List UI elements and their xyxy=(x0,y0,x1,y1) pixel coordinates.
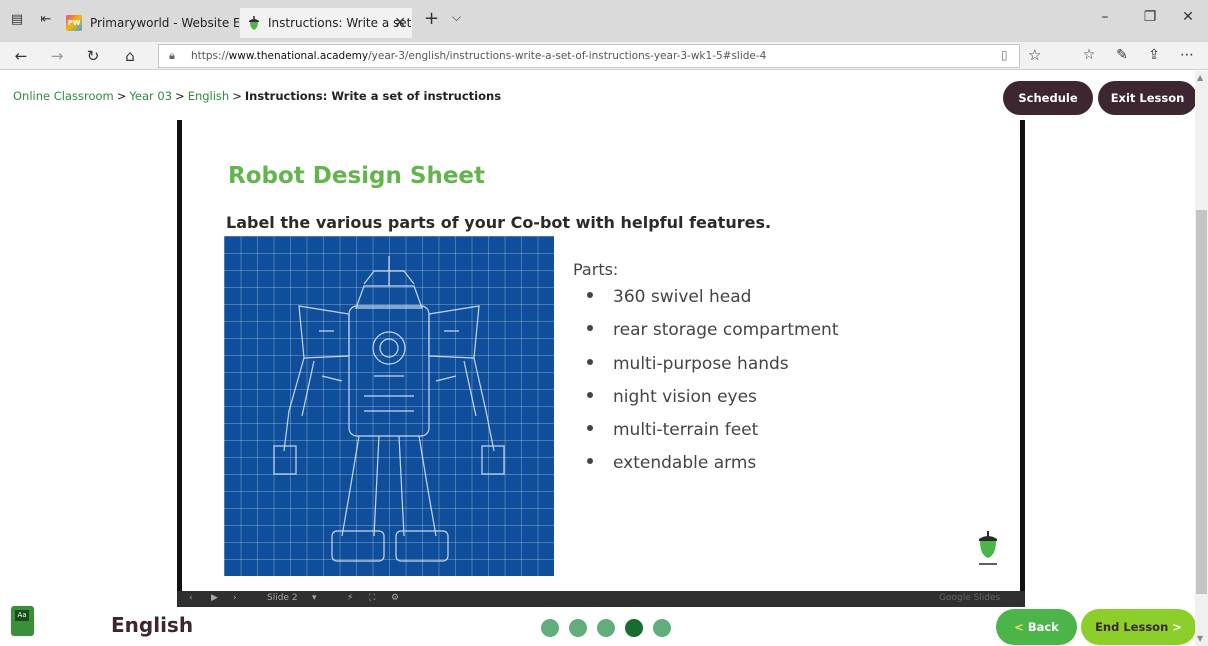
home-icon[interactable]: ⌂ xyxy=(121,47,139,65)
favorites-list-icon[interactable]: ☆ xyxy=(1080,47,1098,63)
list-item: multi-purpose hands xyxy=(587,353,839,386)
scrollbar-thumb[interactable] xyxy=(1196,210,1207,594)
tab-title: Primaryworld - Website Edit xyxy=(90,16,239,30)
tab-primaryworld[interactable]: PW Primaryworld - Website Edit xyxy=(64,8,239,38)
chevron-right-icon: > xyxy=(1172,620,1182,634)
exit-lesson-button[interactable]: Exit Lesson xyxy=(1098,81,1195,115)
address-input[interactable]: 🔒︎ https://www.thenational.academy/year-… xyxy=(158,44,1020,68)
robot-blueprint-image xyxy=(224,236,554,576)
lock-icon: 🔒︎ xyxy=(169,49,175,62)
schedule-button[interactable]: Schedule xyxy=(1003,81,1093,115)
tab-menu-chevron-icon[interactable]: ⌵ xyxy=(452,10,461,25)
new-tab-button[interactable]: + xyxy=(424,8,439,29)
scroll-down-icon[interactable]: ▼ xyxy=(1197,634,1203,643)
progress-dot[interactable] xyxy=(541,619,559,637)
browser-tab-strip: ▤ ⇤ PW Primaryworld - Website Edit Instr… xyxy=(0,0,1208,42)
pen-notes-icon[interactable]: ✎ xyxy=(1113,47,1131,63)
list-item: multi-terrain feet xyxy=(587,419,839,452)
breadcrumb-english[interactable]: English xyxy=(188,89,230,103)
minimize-button[interactable]: – xyxy=(1095,9,1115,25)
chevron-left-icon: < xyxy=(1014,620,1024,634)
progress-dot-current[interactable] xyxy=(625,619,643,637)
bullet-icon xyxy=(587,358,593,365)
tabs-aside-icon[interactable]: ⇤ xyxy=(38,12,54,28)
close-window-button[interactable]: ✕ xyxy=(1178,9,1198,25)
parts-list: 360 swivel head rear storage compartment… xyxy=(587,286,839,486)
breadcrumb-online-classroom[interactable]: Online Classroom xyxy=(13,89,114,103)
parts-heading: Parts: xyxy=(573,260,619,279)
bullet-icon xyxy=(587,458,593,465)
breadcrumb-current: Instructions: Write a set of instruction… xyxy=(244,89,502,103)
tab-instructions[interactable]: Instructions: Write a set ✕ xyxy=(240,8,412,38)
lesson-footer: Aa English < Back End Lesson > xyxy=(0,601,1195,646)
back-arrow-icon[interactable]: ← xyxy=(12,47,30,65)
lesson-slide: Robot Design Sheet Label the various par… xyxy=(177,120,1025,607)
breadcrumb-year[interactable]: Year 03 xyxy=(129,89,172,103)
favorite-star-icon[interactable]: ☆ xyxy=(1028,46,1041,64)
refresh-icon[interactable]: ↻ xyxy=(84,47,102,65)
list-item: extendable arms xyxy=(587,452,839,485)
scroll-up-icon[interactable]: ▲ xyxy=(1197,73,1203,82)
more-menu-icon[interactable]: ⋯ xyxy=(1178,47,1196,63)
share-icon[interactable]: ⇪ xyxy=(1145,47,1163,63)
progress-dot[interactable] xyxy=(597,619,615,637)
pw-favicon-icon: PW xyxy=(66,15,82,31)
oak-acorn-logo-icon xyxy=(979,531,997,565)
list-item: rear storage compartment xyxy=(587,319,839,352)
end-lesson-button[interactable]: End Lesson > xyxy=(1081,609,1195,645)
subject-book-icon: Aa xyxy=(11,606,34,636)
url-text: https://www.thenational.academy/year-3/e… xyxy=(191,50,767,62)
list-item: 360 swivel head xyxy=(587,286,839,319)
back-button[interactable]: < Back xyxy=(996,609,1077,645)
robot-drawing xyxy=(273,256,505,562)
slide-progress-dots xyxy=(541,619,681,641)
bullet-icon xyxy=(587,391,593,398)
tab-title: Instructions: Write a set xyxy=(268,16,412,30)
bullet-icon xyxy=(587,425,593,432)
restore-button[interactable]: ❐ xyxy=(1140,9,1160,25)
acorn-favicon-icon xyxy=(249,16,259,30)
forward-arrow-icon[interactable]: → xyxy=(48,47,66,65)
tab-actions-icon[interactable]: ▤ xyxy=(9,12,25,28)
close-tab-icon[interactable]: ✕ xyxy=(394,8,406,38)
address-toolbar: ← → ↻ ⌂ 🔒︎ https://www.thenational.acade… xyxy=(0,42,1208,70)
progress-dot[interactable] xyxy=(569,619,587,637)
bullet-icon xyxy=(587,325,593,332)
progress-dot[interactable] xyxy=(653,619,671,637)
bullet-icon xyxy=(587,292,593,298)
list-item: night vision eyes xyxy=(587,386,839,419)
slide-title: Robot Design Sheet xyxy=(228,163,486,189)
breadcrumb: Online Classroom > Year 03 > English > Instruc… xyxy=(13,89,502,103)
slide-instruction: Label the various parts of your Co-bot w… xyxy=(226,213,772,232)
page-content: Online Classroom > Year 03 > English > Instruc… xyxy=(0,71,1195,646)
subject-title: English xyxy=(111,613,194,637)
reading-view-icon[interactable]: ▯ xyxy=(1001,48,1008,62)
